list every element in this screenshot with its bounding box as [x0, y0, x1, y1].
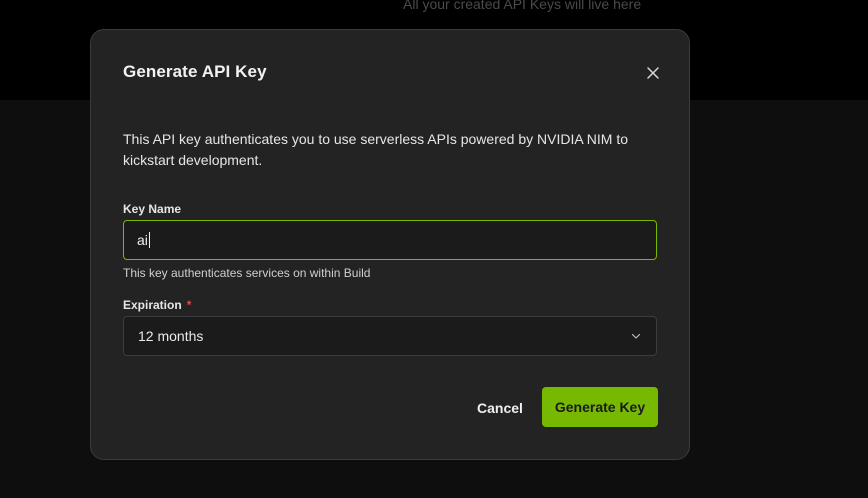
required-indicator: *: [186, 298, 192, 312]
expiration-selected-value: 12 months: [138, 328, 204, 344]
dialog-description: This API key authenticates you to use se…: [123, 131, 629, 168]
expiration-label: Expiration: [123, 298, 182, 312]
close-icon: [647, 67, 659, 79]
expiration-label-row: Expiration *: [123, 298, 191, 312]
key-name-input[interactable]: ai: [123, 220, 657, 260]
expiration-select[interactable]: 12 months: [123, 316, 657, 356]
dialog-title: Generate API Key: [123, 62, 267, 81]
empty-state-caption: All your created API Keys will live here: [403, 0, 642, 12]
close-button[interactable]: [644, 64, 662, 82]
key-name-value: ai: [137, 232, 148, 248]
generate-key-button[interactable]: Generate Key: [542, 387, 658, 427]
key-name-helper-text: This key authenticates services on withi…: [123, 266, 371, 280]
text-caret: [148, 232, 150, 248]
cancel-button[interactable]: Cancel: [477, 398, 523, 418]
key-name-label: Key Name: [123, 202, 182, 216]
chevron-down-icon: [631, 333, 641, 339]
generate-api-key-dialog: Generate API Key This API key authentica…: [90, 29, 690, 460]
